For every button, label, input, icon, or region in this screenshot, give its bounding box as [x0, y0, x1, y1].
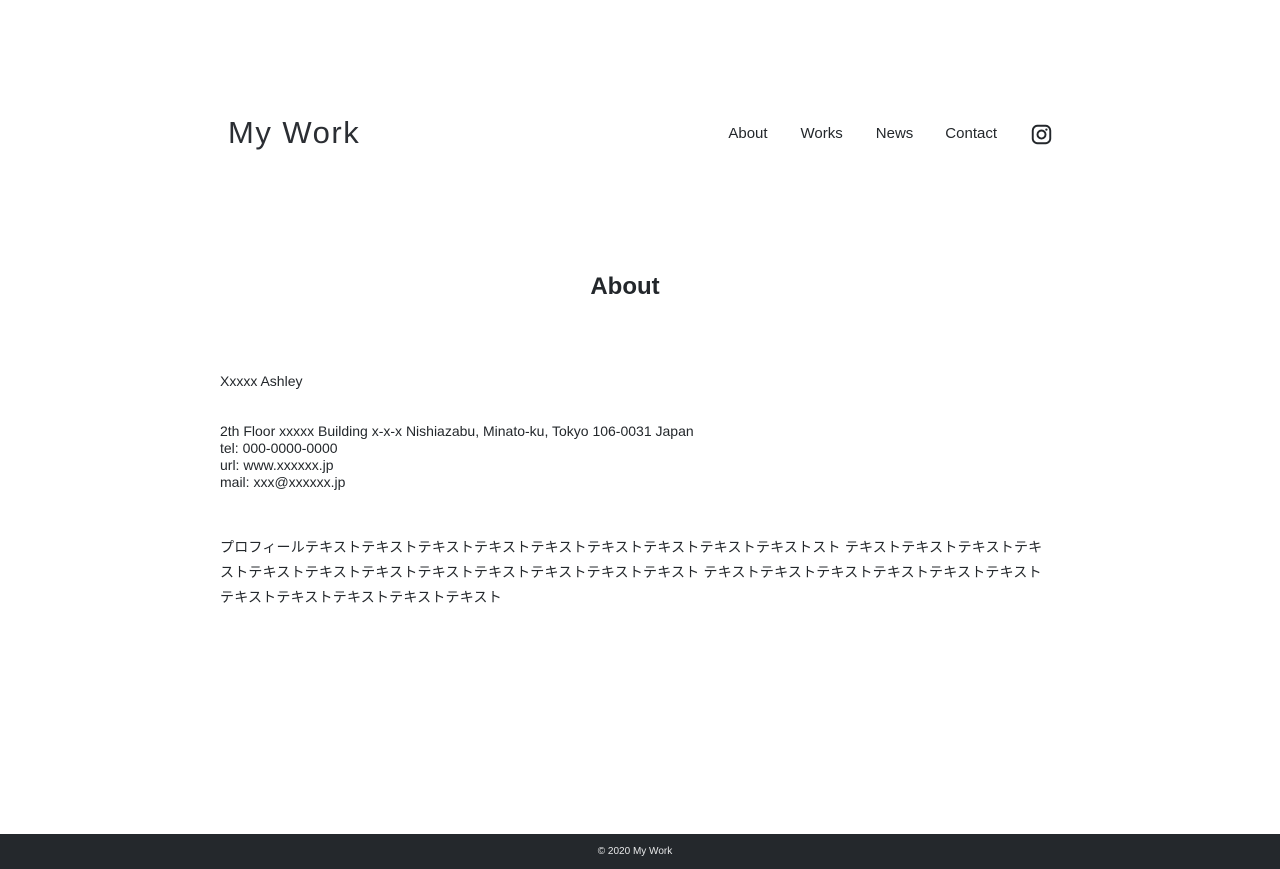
site-header: My Work About Works News Contact: [228, 112, 1052, 156]
page-title: About: [590, 273, 660, 300]
profile-text: プロフィールテキストテキストテキストテキストテキストテキストテキストテキストテキ…: [220, 539, 1043, 605]
address-text: 2th Floor xxxxx Building x-x-x Nishiazab…: [220, 423, 694, 439]
instagram-icon[interactable]: [1030, 123, 1052, 145]
site-footer: © 2020 My Work: [0, 834, 1280, 869]
mail-text: mail: xxx@xxxxxx.jp: [220, 474, 346, 490]
main-nav: About Works News Contact: [728, 121, 1052, 147]
nav-link-about[interactable]: About: [728, 121, 767, 147]
about-content: Xxxxx Ashley 2th Floor xxxxx Building x-…: [220, 372, 1052, 624]
page: My Work About Works News Contact About X…: [0, 0, 1280, 869]
nav-link-news[interactable]: News: [876, 121, 914, 147]
nav-link-works[interactable]: Works: [801, 121, 843, 147]
site-logo[interactable]: My Work: [228, 114, 360, 152]
footer-copyright: © 2020 My Work: [597, 846, 673, 857]
tel-text: tel: 000-0000-0000: [220, 440, 338, 456]
contact-details: 2th Floor xxxxx Building x-x-x Nishiazab…: [220, 423, 1052, 491]
person-name: Xxxxx Ashley: [220, 373, 303, 389]
url-text: url: www.xxxxxx.jp: [220, 457, 334, 473]
nav-link-contact[interactable]: Contact: [945, 121, 997, 147]
